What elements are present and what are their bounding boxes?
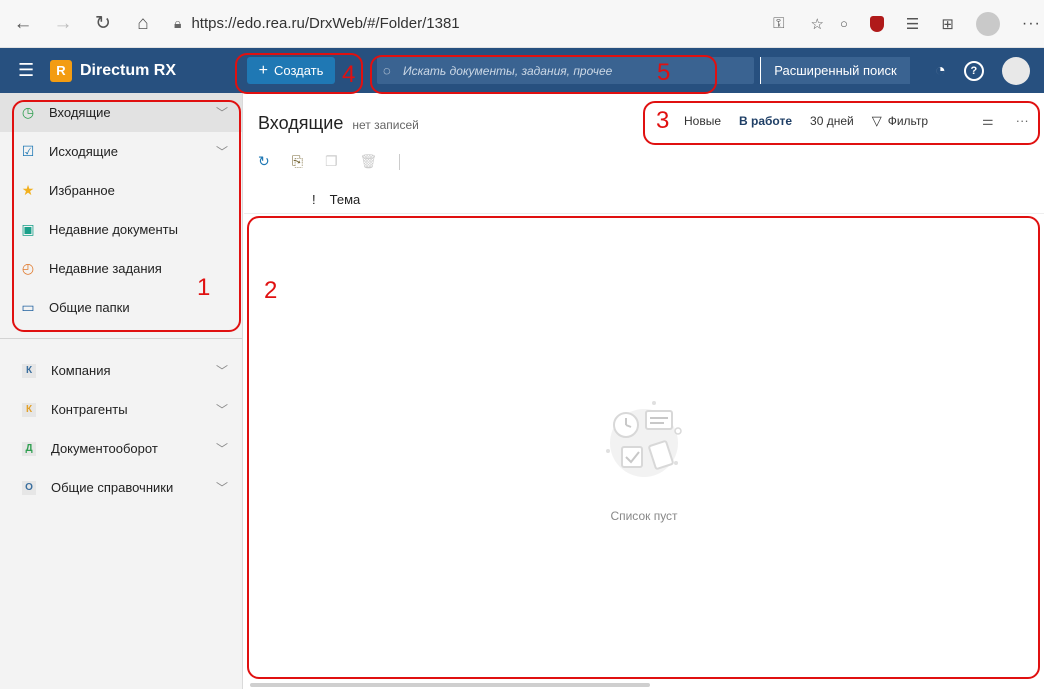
delete-icon: 🗑︎ [359,153,378,169]
paste-icon[interactable]: ⎘ [292,153,303,170]
back-icon[interactable]: ← [6,7,40,41]
sidebar-item-label: Документооборот [51,441,158,456]
sidebar-item-label: Контрагенты [51,402,128,417]
favorites-icon[interactable]: ☰ [906,15,919,33]
forward-icon[interactable]: → [46,7,80,41]
history-icon: ◴ [21,260,35,276]
chevron-down-icon[interactable]: ﹀ [216,143,228,160]
annotation-number-1: 1 [197,274,211,301]
app-header: ☰ R Directum RX + Создать ◌ Расширенный … [0,48,1044,93]
sidebar-item-favorites[interactable]: ★ Избранное [0,171,242,210]
record-count: нет записей [352,118,419,132]
help-icon[interactable]: ? [963,60,984,81]
empty-list-illustration [606,401,682,477]
logo-icon: R [50,59,72,82]
advanced-search-button[interactable]: Расширенный поиск [760,57,910,84]
filter-30-days[interactable]: 30 дней [810,114,854,128]
user-avatar[interactable] [1001,56,1030,85]
table-header: ! Тема [312,192,360,207]
menu-icon[interactable]: ☰ [18,60,38,81]
main-content: Входящие нет записей Новые В работе 30 д… [244,93,1044,689]
header-divider [244,213,1044,214]
sidebar-item-outbox[interactable]: ☑ Исходящие ﹀ [0,132,242,171]
favorite-add-icon[interactable]: ☆ [811,15,824,33]
search-box[interactable]: ◌ [377,57,754,84]
company-letter-icon: К [22,363,36,378]
empty-list-text: Список пуст [610,509,678,523]
more-options-icon[interactable]: ··· [1016,113,1029,129]
horizontal-scrollbar[interactable] [250,683,650,687]
column-importance[interactable]: ! [312,192,316,207]
chevron-down-icon[interactable]: ﹀ [216,440,228,457]
annotation-number-2: 2 [264,277,278,304]
sidebar-divider [0,338,242,339]
sidebar-item-label: Общие справочники [51,480,174,495]
page-title: Входящие нет записей [258,113,419,134]
filter-bar: Новые В работе 30 дней ▽ Фильтр [684,113,928,129]
counterparties-letter-icon: К [22,402,36,417]
filter-in-work[interactable]: В работе [739,114,792,128]
lock-icon: 🔒︎ [174,15,182,31]
chevron-down-icon[interactable]: ﹀ [216,401,228,418]
column-subject[interactable]: Тема [330,192,361,207]
notifications-icon[interactable]: ◔ [935,60,946,81]
toolbar-separator [399,153,401,170]
folder-icon: ▭ [21,299,35,315]
reload-icon[interactable]: ↻ [86,7,120,41]
annotation-number-3: 3 [656,107,670,134]
more-icon[interactable]: ··· [1022,15,1041,33]
filter-button[interactable]: ▽ Фильтр [872,113,928,129]
filter-new[interactable]: Новые [684,114,721,128]
sidebar-item-label: Недавние задания [49,261,162,276]
docflow-letter-icon: Д [22,441,36,456]
refresh-icon[interactable]: ↻ [258,153,270,170]
chevron-down-icon[interactable]: ﹀ [216,104,228,121]
profile-avatar[interactable] [975,11,1000,36]
star-icon: ★ [21,182,35,198]
sidebar-item-label: Исходящие [49,144,118,159]
chevron-down-icon[interactable]: ﹀ [216,362,228,379]
sidebar-item-docflow[interactable]: Д Документооборот ﹀ [0,429,242,468]
url-text[interactable]: https://edo.rea.ru/DrxWeb/#/Folder/1381 [191,15,459,32]
create-label: Создать [273,63,324,78]
browser-toolbar: ← → ↻ ⌂ 🔒︎ https://edo.rea.ru/DrxWeb/#/F… [0,0,1044,48]
sidebar-item-recent-documents[interactable]: ▣ Недавние документы [0,210,242,249]
home-icon[interactable]: ⌂ [126,7,160,41]
checkbox-icon: ☑ [21,143,35,159]
sidebar-item-label: Избранное [49,183,115,198]
extension-circle-icon[interactable]: ○ [840,16,848,31]
sidebar-item-label: Компания [51,363,111,378]
document-icon: ▣ [21,221,35,237]
create-button[interactable]: + Создать [247,57,335,84]
sidebar-item-label: Входящие [49,105,111,120]
sidebar-item-counterparties[interactable]: К Контрагенты ﹀ [0,390,242,429]
brand-name: Directum RX [80,61,177,79]
sidebar: ◷ Входящие ﹀ ☑ Исходящие ﹀ ★ Избранное ▣… [0,93,243,689]
annotation-number-5: 5 [657,59,671,86]
references-letter-icon: О [22,480,36,495]
chevron-down-icon[interactable]: ﹀ [216,479,228,496]
sidebar-item-inbox[interactable]: ◷ Входящие ﹀ [0,93,242,132]
annotation-number-4: 4 [342,61,356,88]
collections-icon[interactable]: ⊞ [941,15,954,33]
key-icon[interactable]: ⚿ [773,15,784,32]
filter-button-label: Фильтр [887,114,929,128]
plus-icon: + [258,61,268,79]
sidebar-item-references[interactable]: О Общие справочники ﹀ [0,468,242,507]
ublock-icon[interactable] [869,15,884,32]
search-icon: ◌ [383,63,391,78]
folder-title-text: Входящие [258,113,344,133]
clock-icon: ◷ [21,104,35,120]
settings-sliders-icon[interactable]: ⚌ [982,113,994,129]
search-input[interactable] [403,63,733,78]
sidebar-item-label: Общие папки [49,300,130,315]
sidebar-item-company[interactable]: К Компания ﹀ [0,351,242,390]
address-bar[interactable]: 🔒︎ https://edo.rea.ru/DrxWeb/#/Folder/13… [174,8,834,40]
sidebar-item-label: Недавние документы [49,222,178,237]
funnel-icon: ▽ [871,113,882,128]
copy-icon: ❐ [324,153,338,169]
list-toolbar: ↻ ⎘ ❐ 🗑︎ [258,153,401,170]
